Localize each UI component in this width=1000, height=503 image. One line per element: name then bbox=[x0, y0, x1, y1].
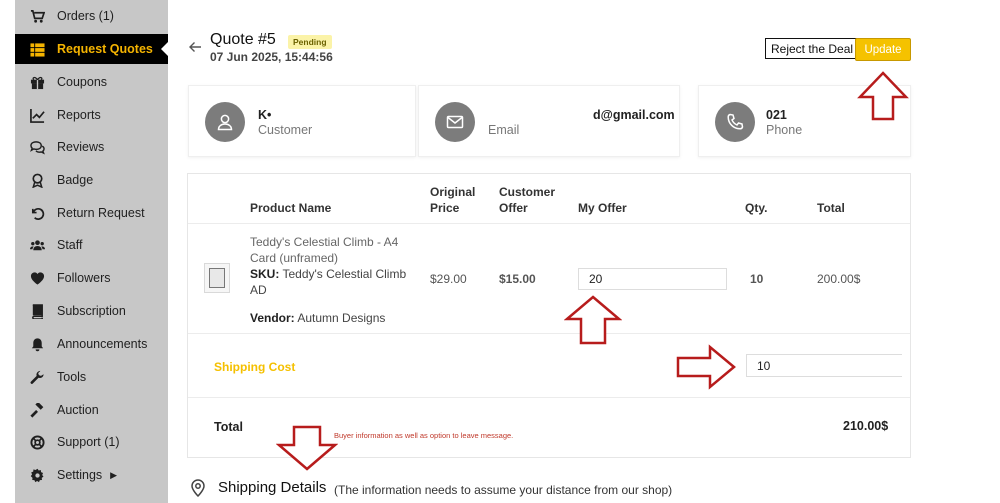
column-header-my-offer: My Offer bbox=[578, 201, 627, 215]
customer-offer: $15.00 bbox=[499, 272, 536, 286]
caret-right-icon: ▶ bbox=[110, 469, 118, 480]
sidebar-item-badge[interactable]: Badge bbox=[15, 165, 168, 195]
sidebar-item-return-request[interactable]: Return Request bbox=[15, 198, 168, 228]
quote-table: Product Name Original Price Customer Off… bbox=[187, 173, 911, 458]
shipping-details-note: (The information needs to assume your di… bbox=[334, 483, 673, 497]
sidebar-item-label: Reviews bbox=[57, 140, 105, 154]
original-price: $29.00 bbox=[430, 272, 467, 286]
gift-icon bbox=[29, 74, 45, 90]
annotation-note: Buyer information as well as option to l… bbox=[334, 431, 514, 440]
sidebar-item-label: Coupons bbox=[57, 75, 108, 89]
gavel-icon bbox=[29, 402, 45, 418]
sidebar-item-tools[interactable]: Tools bbox=[15, 362, 168, 392]
sidebar-item-announcements[interactable]: Announcements bbox=[15, 329, 168, 359]
sidebar-item-label: Support (1) bbox=[57, 435, 120, 449]
product-sku: SKU: Teddy's Celestial Climb AD bbox=[250, 266, 410, 298]
customer-phone-label: Phone bbox=[766, 123, 803, 137]
comments-icon bbox=[29, 139, 45, 155]
sidebar-item-reports[interactable]: Reports bbox=[15, 100, 168, 130]
my-offer-input[interactable] bbox=[578, 268, 727, 290]
annotation-arrow-right-icon bbox=[676, 344, 736, 390]
annotation-arrow-down-icon bbox=[276, 425, 338, 471]
status-badge: Pending bbox=[288, 35, 332, 49]
sidebar-item-followers[interactable]: Followers bbox=[15, 263, 168, 293]
cart-icon bbox=[29, 8, 45, 24]
row-total: 200.00$ bbox=[817, 272, 861, 286]
annotation-arrow-up-icon bbox=[564, 295, 622, 345]
book-icon bbox=[29, 303, 45, 319]
users-icon bbox=[29, 237, 45, 253]
sku-label: SKU: bbox=[250, 267, 280, 281]
sidebar-item-support[interactable]: Support (1) bbox=[15, 427, 168, 457]
product-thumbnail bbox=[204, 263, 230, 293]
product-name: Teddy's Celestial Climb - A4 Card (unfra… bbox=[250, 235, 399, 265]
sidebar-item-label: Settings bbox=[57, 468, 103, 482]
sidebar-item-label: Subscription bbox=[57, 304, 126, 318]
row-divider bbox=[188, 333, 910, 334]
list-icon bbox=[29, 41, 45, 57]
bell-icon bbox=[29, 336, 45, 352]
sidebar-item-label: Reports bbox=[57, 108, 101, 122]
sidebar-item-label: Request Quotes bbox=[57, 42, 153, 56]
sidebar-item-settings[interactable]: Settings ▶ bbox=[15, 460, 168, 490]
undo-icon bbox=[29, 205, 45, 221]
column-header-customer-offer: Customer Offer bbox=[499, 185, 556, 215]
shipping-cost-input[interactable] bbox=[746, 354, 902, 377]
sidebar-item-orders[interactable]: Orders (1) bbox=[15, 1, 168, 31]
sidebar-item-staff[interactable]: Staff bbox=[15, 230, 168, 260]
user-icon bbox=[205, 102, 245, 142]
vendor-label: Vendor: bbox=[250, 311, 295, 325]
email-card: d@gmail.com Email bbox=[418, 85, 680, 157]
wrench-icon bbox=[29, 369, 45, 385]
annotation-arrow-up-icon bbox=[857, 71, 909, 121]
sidebar-item-subscription[interactable]: Subscription bbox=[15, 296, 168, 326]
customer-name: K• bbox=[258, 108, 272, 122]
chart-line-icon bbox=[29, 107, 45, 123]
quote-date: 07 Jun 2025, 15:44:56 bbox=[210, 50, 333, 64]
total-value: 210.00$ bbox=[843, 419, 889, 433]
header-divider bbox=[188, 223, 910, 224]
column-header-product: Product Name bbox=[250, 201, 332, 215]
total-label: Total bbox=[214, 420, 243, 434]
gear-icon bbox=[29, 467, 45, 483]
customer-email: d@gmail.com bbox=[593, 108, 675, 122]
customer-name-label: Customer bbox=[258, 123, 313, 137]
location-pin-icon bbox=[191, 479, 205, 497]
sidebar-item-reviews[interactable]: Reviews bbox=[15, 132, 168, 162]
heart-icon bbox=[29, 270, 45, 286]
sidebar: Orders (1) Request Quotes Coupons Report… bbox=[15, 0, 169, 503]
sidebar-item-request-quotes[interactable]: Request Quotes bbox=[15, 34, 169, 64]
sidebar-item-label: Tools bbox=[57, 370, 87, 384]
lifebuoy-icon bbox=[29, 434, 45, 450]
envelope-icon bbox=[435, 102, 475, 142]
sidebar-item-label: Return Request bbox=[57, 206, 145, 220]
phone-icon bbox=[715, 102, 755, 142]
page-title: Quote #5 bbox=[210, 31, 276, 48]
shipping-divider bbox=[188, 397, 910, 398]
shipping-cost-label: Shipping Cost bbox=[214, 360, 296, 374]
active-indicator bbox=[161, 41, 169, 57]
product-vendor: Vendor: Autumn Designs bbox=[250, 311, 385, 325]
quantity: 10 bbox=[750, 272, 764, 286]
column-header-qty: Qty. bbox=[745, 201, 768, 215]
sidebar-item-auction[interactable]: Auction bbox=[15, 395, 168, 425]
sidebar-item-label: Followers bbox=[57, 271, 111, 285]
back-arrow-icon[interactable] bbox=[188, 40, 202, 54]
sidebar-item-label: Staff bbox=[57, 238, 83, 252]
column-header-original-price: Original Price bbox=[430, 185, 476, 215]
sidebar-item-coupons[interactable]: Coupons bbox=[15, 67, 168, 97]
sidebar-item-label: Badge bbox=[57, 173, 94, 187]
sidebar-item-label: Auction bbox=[57, 403, 99, 417]
vendor-value: Autumn Designs bbox=[297, 311, 386, 325]
reject-deal-button[interactable]: Reject the Deal bbox=[765, 38, 860, 59]
customer-phone: 021 bbox=[766, 108, 787, 122]
update-button[interactable]: Update bbox=[855, 38, 911, 61]
column-header-total: Total bbox=[817, 201, 845, 215]
sidebar-item-label: Orders (1) bbox=[57, 9, 114, 23]
customer-email-label: Email bbox=[488, 123, 520, 137]
award-icon bbox=[29, 172, 45, 188]
shipping-details-title: Shipping Details bbox=[218, 479, 327, 496]
sidebar-item-label: Announcements bbox=[57, 337, 148, 351]
customer-card: K• Customer bbox=[188, 85, 416, 157]
